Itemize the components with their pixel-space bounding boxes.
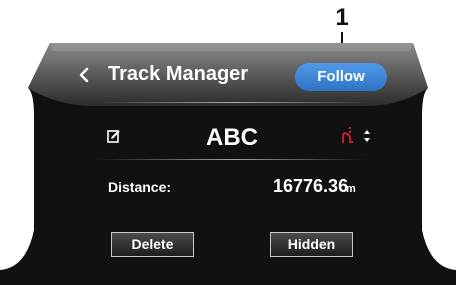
hidden-button[interactable]: Hidden xyxy=(270,232,353,257)
header-shine xyxy=(50,43,413,51)
manual-figure: 1 Track Manager Follow ABC Distance: 167… xyxy=(0,0,456,285)
track-manager-screen: Track Manager Follow ABC Distance: 16776… xyxy=(0,0,456,285)
distance-value: 16776.36 xyxy=(273,176,349,196)
delete-button[interactable]: Delete xyxy=(111,232,194,257)
chevron-left-icon[interactable] xyxy=(74,60,98,90)
page-title: Track Manager xyxy=(108,63,249,85)
divider-top xyxy=(96,102,370,103)
divider-middle xyxy=(96,159,370,160)
route-icon[interactable] xyxy=(340,126,356,144)
distance-unit: m xyxy=(346,183,356,195)
distance-label: Distance: xyxy=(108,179,172,195)
sort-icon[interactable] xyxy=(363,129,371,143)
track-name: ABC xyxy=(206,124,258,151)
follow-button[interactable]: Follow xyxy=(295,63,387,91)
edit-icon[interactable] xyxy=(107,129,121,143)
